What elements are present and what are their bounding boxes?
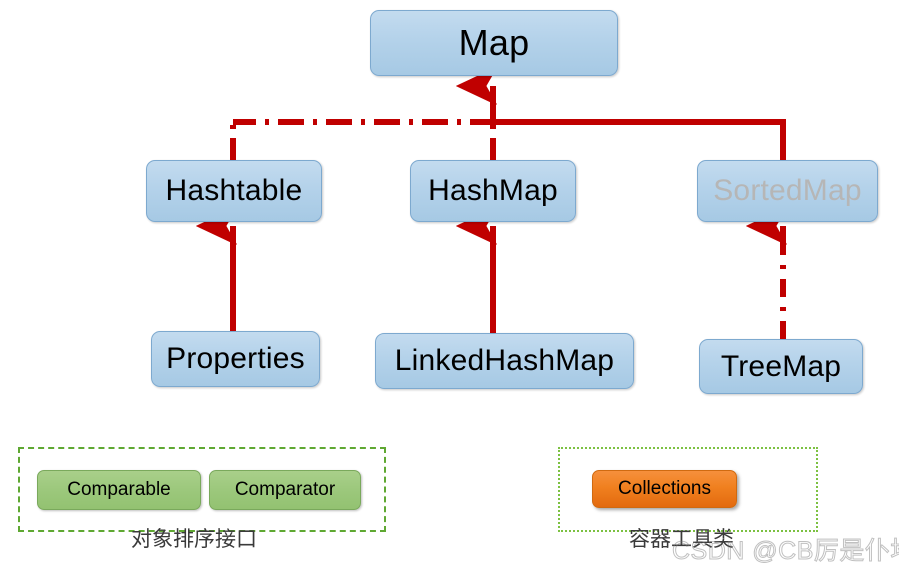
- node-collections[interactable]: Collections: [592, 470, 737, 508]
- node-properties[interactable]: Properties: [151, 331, 320, 387]
- node-comparator[interactable]: Comparator: [209, 470, 361, 510]
- node-comparable-label: Comparable: [67, 479, 171, 500]
- node-treemap[interactable]: TreeMap: [699, 339, 863, 394]
- edge-hashtable-to-map: [230, 119, 496, 161]
- node-sortedmap-label: SortedMap: [713, 174, 862, 207]
- node-hashtable[interactable]: Hashtable: [146, 160, 322, 222]
- group-sorting-interfaces-caption: 对象排序接口: [131, 528, 257, 551]
- node-hashmap[interactable]: HashMap: [410, 160, 576, 222]
- class-diagram-canvas: Map Hashtable HashMap SortedMap Properti…: [0, 0, 899, 565]
- node-linkedhashmap-label: LinkedHashMap: [394, 344, 615, 377]
- node-hashmap-label: HashMap: [428, 174, 558, 207]
- node-properties-label: Properties: [166, 342, 305, 375]
- node-comparable[interactable]: Comparable: [37, 470, 201, 510]
- node-hashtable-label: Hashtable: [165, 174, 303, 207]
- node-collections-label: Collections: [618, 478, 711, 499]
- edge-sortedmap-to-map: [493, 119, 786, 161]
- node-linkedhashmap[interactable]: LinkedHashMap: [375, 333, 634, 389]
- node-comparator-label: Comparator: [234, 479, 336, 500]
- node-map-label: Map: [458, 22, 530, 63]
- node-map[interactable]: Map: [370, 10, 618, 76]
- node-sortedmap[interactable]: SortedMap: [697, 160, 878, 222]
- node-treemap-label: TreeMap: [720, 349, 842, 383]
- csdn-watermark: CSDN @CB厉是仆地默旒: [672, 537, 899, 565]
